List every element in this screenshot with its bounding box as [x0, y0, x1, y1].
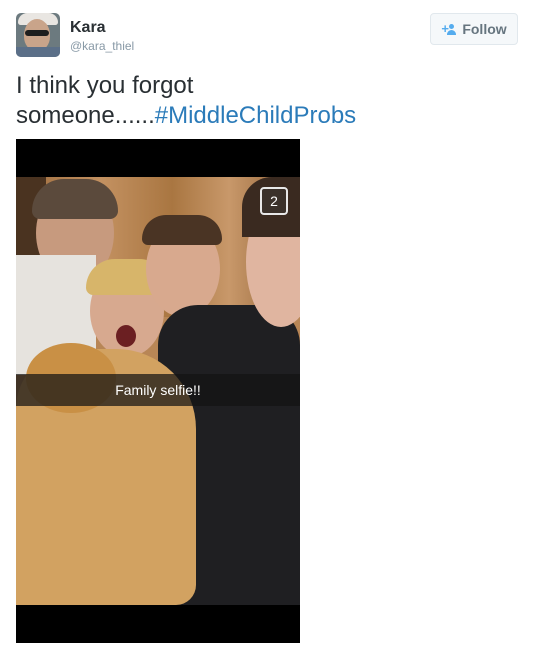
avatar-shirt — [16, 47, 60, 57]
tweet-text-prefix: someone...... — [16, 102, 155, 129]
author-name[interactable]: Kara — [70, 19, 106, 37]
avatar-glasses — [25, 30, 49, 36]
follow-button-label: Follow — [462, 21, 507, 37]
tweet-text-line-2: someone......#MiddleChildProbs — [16, 101, 496, 131]
photo-caption: Family selfie!! — [16, 374, 300, 406]
profile-avatar[interactable] — [16, 13, 60, 57]
snap-count-badge: 2 — [260, 187, 288, 215]
add-user-icon: + — [441, 22, 457, 35]
tweet-text: I think you forgot someone......#MiddleC… — [16, 71, 496, 131]
tweet-header: Kara @kara_thiel + Follow — [16, 13, 518, 59]
tweet-photo[interactable]: Family selfie!! 2 — [16, 139, 300, 643]
author-handle[interactable]: @kara_thiel — [70, 39, 134, 53]
hashtag-link[interactable]: #MiddleChildProbs — [155, 102, 356, 129]
tweet-text-line-1: I think you forgot — [16, 72, 194, 99]
follow-button[interactable]: + Follow — [430, 13, 518, 45]
